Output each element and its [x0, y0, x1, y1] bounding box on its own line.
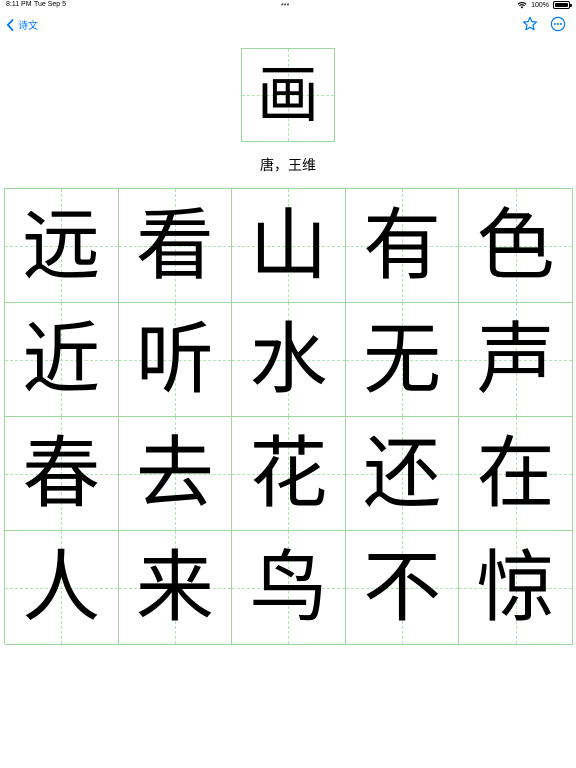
status-time: 8:11 PM — [6, 1, 32, 8]
status-date: Tue Sep 5 — [34, 1, 67, 8]
poem-character: 山 — [249, 200, 328, 291]
char-cell[interactable]: 山 — [232, 189, 346, 303]
poem-character: 去 — [135, 428, 214, 519]
char-cell[interactable]: 鸟 — [232, 531, 346, 645]
poem-author: 唐，王维 — [260, 158, 316, 174]
ellipsis-circle-icon[interactable] — [550, 16, 566, 32]
back-button[interactable]: 诗文 — [6, 17, 38, 32]
char-cell[interactable]: 人 — [5, 531, 119, 645]
status-right: 100% — [517, 1, 572, 9]
star-icon[interactable] — [522, 16, 538, 32]
poem-character: 听 — [135, 314, 214, 405]
poem-character: 声 — [476, 314, 555, 405]
multitasking-dots-icon[interactable]: ••• — [281, 0, 289, 9]
poem-character: 色 — [476, 200, 555, 291]
char-cell[interactable]: 还 — [345, 417, 460, 531]
wifi-icon — [517, 2, 527, 9]
poem-line-3: 春 去 花 还 在 — [5, 417, 573, 531]
battery-icon — [553, 1, 572, 9]
char-cell[interactable]: 水 — [232, 303, 346, 417]
chevron-left-icon — [6, 18, 14, 31]
poem-character: 有 — [363, 200, 442, 291]
poem-character: 花 — [249, 428, 328, 519]
poem-character: 春 — [22, 428, 101, 519]
poem-character: 水 — [249, 314, 328, 405]
char-cell[interactable]: 有 — [345, 189, 460, 303]
poem-character: 远 — [22, 200, 101, 291]
back-label: 诗文 — [18, 21, 38, 32]
char-cell[interactable]: 看 — [118, 189, 233, 303]
battery-percent: 100% — [531, 1, 549, 9]
char-cell[interactable]: 近 — [5, 303, 119, 417]
poem-character: 人 — [22, 542, 101, 633]
status-bar: 8:11 PM Tue Sep 5 ••• 100% — [0, 0, 576, 12]
char-cell[interactable]: 无 — [345, 303, 460, 417]
char-cell[interactable]: 听 — [118, 303, 233, 417]
poem-title: 画 — [256, 58, 319, 131]
char-cell[interactable]: 不 — [345, 531, 460, 645]
nav-actions — [522, 16, 566, 32]
poem-character: 看 — [135, 200, 214, 291]
poem-line-1: 远 看 山 有 色 — [5, 189, 573, 303]
char-cell[interactable]: 来 — [118, 531, 233, 645]
char-cell[interactable]: 在 — [459, 417, 573, 531]
poem-character: 无 — [363, 314, 442, 405]
poem-character: 不 — [363, 542, 442, 633]
char-cell[interactable]: 色 — [459, 189, 573, 303]
char-cell[interactable]: 去 — [118, 417, 233, 531]
char-cell[interactable]: 花 — [232, 417, 346, 531]
char-cell[interactable]: 声 — [459, 303, 573, 417]
char-cell[interactable]: 远 — [5, 189, 119, 303]
poem-grid: 远 看 山 有 色 近 听 水 无 声 春 去 花 还 在 人 来 鸟 不 惊 — [4, 188, 573, 645]
poem-character: 来 — [135, 542, 214, 633]
poem-title-box[interactable]: 画 — [241, 48, 335, 142]
char-cell[interactable]: 春 — [5, 417, 119, 531]
poem-character: 还 — [363, 428, 442, 519]
poem-character: 鸟 — [249, 542, 328, 633]
poem-character: 近 — [22, 314, 101, 405]
poem-line-4: 人 来 鸟 不 惊 — [5, 531, 573, 645]
char-cell[interactable]: 惊 — [459, 531, 573, 645]
poem-character: 在 — [476, 428, 555, 519]
poem-line-2: 近 听 水 无 声 — [5, 303, 573, 417]
poem-character: 惊 — [476, 542, 555, 633]
